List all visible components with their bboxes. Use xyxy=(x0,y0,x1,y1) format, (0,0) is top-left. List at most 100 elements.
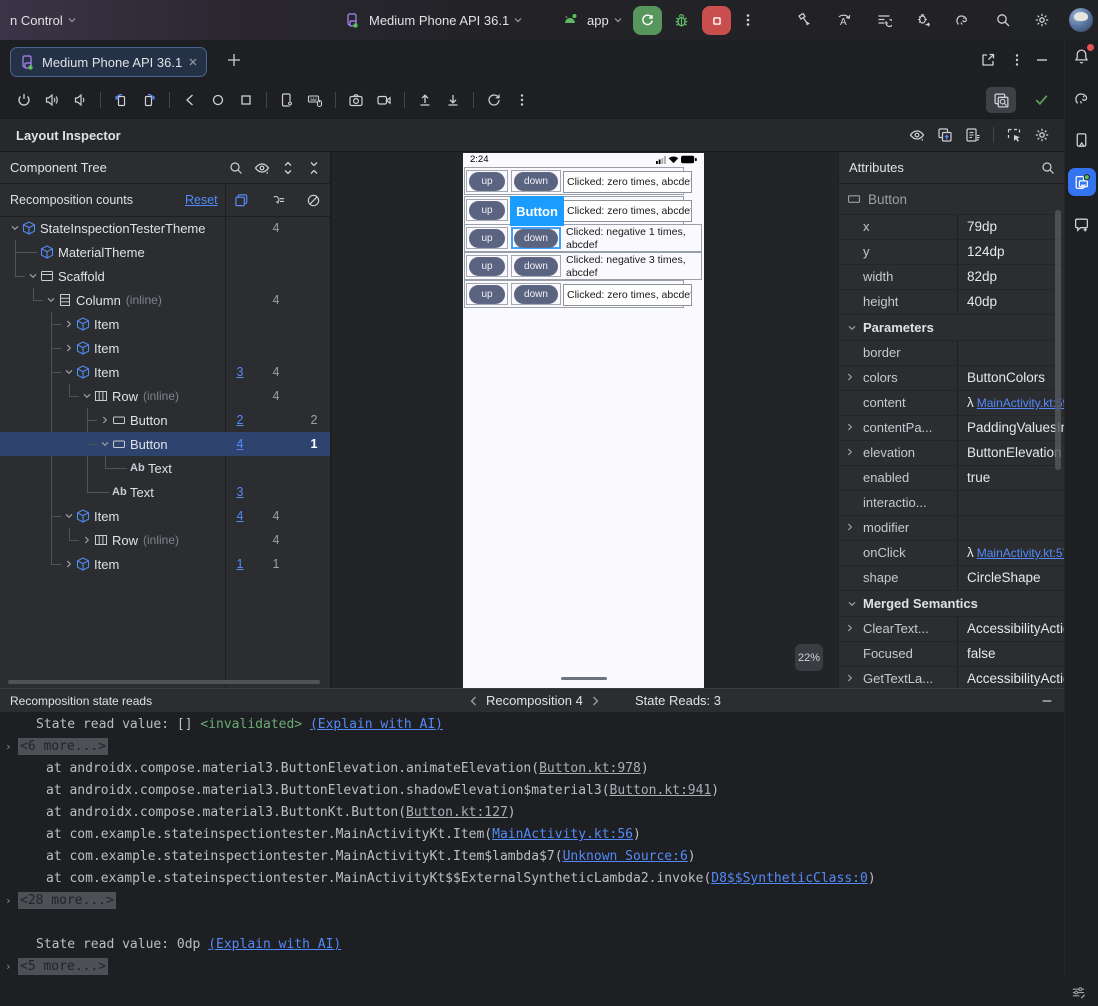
rotate-right-icon[interactable] xyxy=(137,88,161,112)
up-button[interactable]: up xyxy=(469,200,505,220)
gradle-button[interactable] xyxy=(1070,86,1094,110)
recomposition-count[interactable]: 2 xyxy=(228,408,252,432)
tab-medium-phone[interactable]: Medium Phone API 36.1 xyxy=(10,47,208,77)
device-canvas[interactable]: 2:24 up down Clicked: zero times, abcdef up… xyxy=(332,152,838,688)
attr-row-enabled[interactable]: enabled true xyxy=(839,466,1064,491)
chevron-right-icon[interactable] xyxy=(589,695,601,707)
state-reads-console[interactable]: State read value: [] <invalidated> (Expl… xyxy=(0,712,1064,978)
reset-counts-link[interactable]: Reset xyxy=(185,193,218,207)
run-configuration-selector[interactable]: app xyxy=(558,0,622,40)
phone-nav-handle[interactable] xyxy=(560,677,607,680)
down-button[interactable]: down xyxy=(514,171,558,191)
download-icon[interactable] xyxy=(441,88,465,112)
virtual-input-icon[interactable] xyxy=(303,88,327,112)
add-tab-button[interactable] xyxy=(226,52,242,68)
collapse-all-icon[interactable] xyxy=(302,156,326,180)
rotate-left-icon[interactable] xyxy=(109,88,133,112)
up-button[interactable]: up xyxy=(469,256,505,276)
tree-node-column[interactable]: Column (inline) 4 xyxy=(0,288,330,312)
source-link[interactable]: Button.kt:978 xyxy=(539,761,641,776)
down-button[interactable]: down xyxy=(514,284,558,304)
attr-row-ClearText[interactable]: ClearText... AccessibilityAction xyxy=(839,617,1064,642)
running-devices-button[interactable] xyxy=(1067,168,1096,196)
fold-chevron-icon[interactable]: › xyxy=(5,890,12,912)
run-more-menu[interactable] xyxy=(740,0,756,40)
expand-all-icon[interactable] xyxy=(276,156,300,180)
recomposition-count[interactable]: 3 xyxy=(228,360,252,384)
search-everywhere-button[interactable] xyxy=(991,0,1015,40)
recomposition-counts-icon[interactable] xyxy=(229,188,253,212)
attr-row-modifier[interactable]: modifier xyxy=(839,516,1064,541)
attr-row-height[interactable]: height 40dp xyxy=(839,290,1064,315)
chevron-right-icon[interactable] xyxy=(98,413,112,427)
upload-icon[interactable] xyxy=(413,88,437,112)
chevron-down-icon[interactable] xyxy=(62,509,76,523)
tree-node-button[interactable]: Button 2 2 xyxy=(0,408,330,432)
attr-row-interactio[interactable]: interactio... xyxy=(839,491,1064,516)
attr-row-border[interactable]: border xyxy=(839,341,1064,366)
inspect-toggle-button[interactable] xyxy=(986,87,1016,113)
chevron-down-icon[interactable] xyxy=(80,389,94,403)
attr-section-parameters[interactable]: Parameters xyxy=(839,315,1064,341)
chevron-right-icon[interactable] xyxy=(844,521,858,535)
profiler-button[interactable] xyxy=(872,0,896,40)
gradle-sync-button[interactable] xyxy=(950,0,974,40)
stop-button[interactable] xyxy=(702,6,731,35)
volume-down-icon[interactable] xyxy=(68,88,92,112)
tree-horizontal-scrollbar[interactable] xyxy=(8,680,320,684)
up-button[interactable]: up xyxy=(469,284,505,304)
source-link[interactable]: (Explain with AI) xyxy=(310,717,443,732)
attr-value[interactable]: λ MainActivity.kt:57 xyxy=(958,541,1064,565)
source-link[interactable]: MainActivity.kt:56 xyxy=(492,827,633,842)
power-icon[interactable] xyxy=(12,88,36,112)
source-link[interactable]: Button.kt:941 xyxy=(610,783,712,798)
build-button[interactable] xyxy=(792,0,816,40)
attr-row-x[interactable]: x 79dp xyxy=(839,215,1064,240)
hide-panel-button[interactable] xyxy=(1040,694,1054,708)
rerun-button[interactable] xyxy=(633,6,662,35)
attr-row-width[interactable]: width 82dp xyxy=(839,265,1064,290)
visibility-eye-icon[interactable] xyxy=(905,123,929,147)
chevron-right-icon[interactable] xyxy=(844,622,858,636)
notifications-button[interactable] xyxy=(1070,43,1095,68)
profile-avatar[interactable] xyxy=(1069,0,1093,40)
tree-node-item[interactable]: Item xyxy=(0,312,330,336)
chevron-down-icon[interactable] xyxy=(8,221,22,235)
down-button[interactable]: down xyxy=(514,256,558,276)
device-settings-icon[interactable] xyxy=(275,88,299,112)
gear-icon[interactable] xyxy=(1030,123,1054,147)
tree-node-item[interactable]: Item 3 4 xyxy=(0,360,330,384)
back-icon[interactable] xyxy=(178,88,202,112)
disable-counts-icon[interactable] xyxy=(301,188,325,212)
home-icon[interactable] xyxy=(206,88,230,112)
select-component-icon[interactable] xyxy=(1002,123,1026,147)
attr-row-GetTextLa[interactable]: GetTextLa... AccessibilityAction xyxy=(839,667,1064,688)
tree-node-item[interactable]: Item 1 1 xyxy=(0,552,330,576)
attach-debugger-button[interactable] xyxy=(912,0,936,40)
attr-row-Focused[interactable]: Focused false xyxy=(839,642,1064,667)
overview-icon[interactable] xyxy=(234,88,258,112)
snapshots-icon[interactable] xyxy=(482,88,506,112)
down-button[interactable]: down xyxy=(514,228,558,248)
folded-frames-chip[interactable]: <6 more...> xyxy=(18,738,109,755)
event-sliders-icon[interactable] xyxy=(1071,985,1086,1000)
tree-node-stateinspectiontestertheme[interactable]: StateInspectionTesterTheme 4 xyxy=(0,216,330,240)
visibility-eye-icon[interactable] xyxy=(250,156,274,180)
chevron-down-icon[interactable] xyxy=(26,269,40,283)
chevron-right-icon[interactable] xyxy=(844,371,858,385)
skip-counts-icon[interactable] xyxy=(266,188,290,212)
tree-node-text[interactable]: Ab Text 3 xyxy=(0,480,330,504)
open-in-new-window-button[interactable] xyxy=(980,52,996,68)
attributes-scrollbar[interactable] xyxy=(1055,210,1061,470)
source-link[interactable]: D8$$SyntheticClass:0 xyxy=(711,871,868,886)
more-icon[interactable] xyxy=(510,88,534,112)
source-link[interactable]: (Explain with AI) xyxy=(208,937,341,952)
attr-row-y[interactable]: y 124dp xyxy=(839,240,1064,265)
fold-chevron-icon[interactable]: › xyxy=(5,956,12,978)
source-link[interactable]: Button.kt:127 xyxy=(406,805,508,820)
attr-row-content[interactable]: content λ MainActivity.kt:59 xyxy=(839,391,1064,416)
attr-row-elevation[interactable]: elevation ButtonElevation xyxy=(839,441,1064,466)
chevron-right-icon[interactable] xyxy=(62,317,76,331)
ai-assistant-button[interactable] xyxy=(1070,212,1094,236)
tree-node-text[interactable]: Ab Text xyxy=(0,456,330,480)
